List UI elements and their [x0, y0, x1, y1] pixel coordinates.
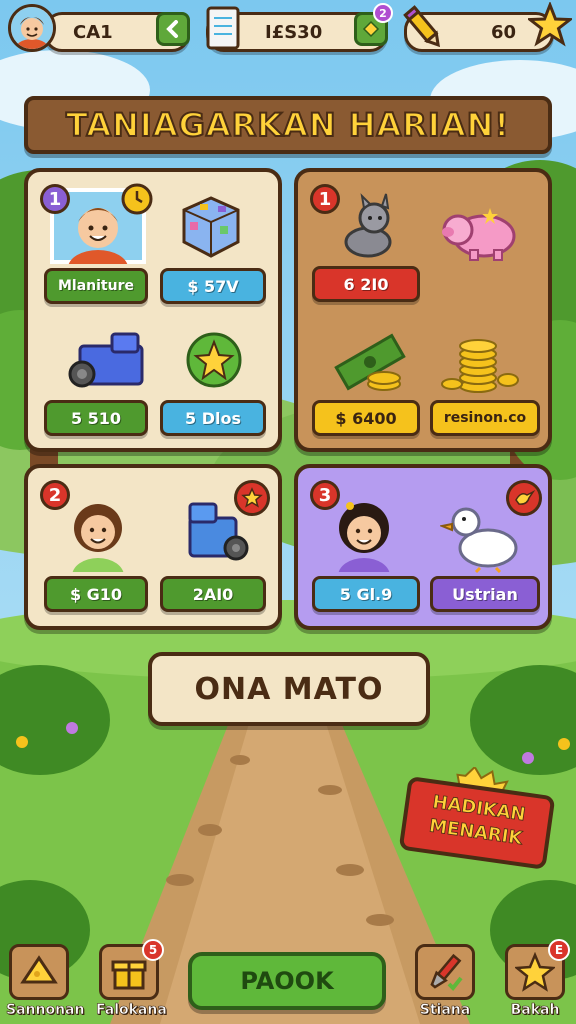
nav-item-falokana[interactable]: 5 Falokana	[96, 939, 167, 1019]
price-button[interactable]: $ 57V	[160, 268, 266, 304]
rank-badge: 1	[40, 184, 70, 214]
center-action-label: ONA MATO	[194, 671, 384, 707]
offer-panel-4[interactable]: 3 5 Gl.9 Ustrian	[294, 464, 552, 630]
nav-item-bakah[interactable]: E Bakah	[502, 939, 570, 1019]
player-name: CA1	[73, 21, 113, 43]
price-button[interactable]: $ 6400	[312, 400, 420, 436]
offer-panel-1[interactable]: 1 Mlaniture $ 57V 5 510 5 Dlos	[24, 168, 282, 452]
chevron-left-icon	[166, 20, 178, 38]
currency-notification-badge: 2	[373, 3, 393, 23]
diamond-icon	[362, 20, 380, 38]
pencil-icon	[402, 4, 446, 52]
price-button[interactable]: resinon.co	[430, 400, 540, 436]
nav-label: Sannonan	[6, 1002, 85, 1019]
emerald-star-icon	[182, 328, 246, 392]
gold-coins-icon	[440, 328, 520, 396]
nav-item-sannonan[interactable]: Sannonan	[6, 944, 85, 1019]
brush-icon	[430, 953, 463, 991]
price-button[interactable]: 5 510	[44, 400, 148, 436]
white-duck-icon	[438, 498, 524, 574]
magic-cube-icon	[176, 192, 246, 262]
price-button[interactable]: 6 2I0	[312, 266, 420, 302]
nav-label: Falokana	[96, 1002, 167, 1019]
price-button[interactable]: $ G10	[44, 576, 148, 612]
offer-panel-2[interactable]: 1 6 2I0 $ 6400 resinon.co	[294, 168, 552, 452]
item-button[interactable]: Ustrian	[430, 576, 540, 612]
notification-badge: E	[548, 939, 570, 961]
offer-panel-3[interactable]: 2 $ G10 2AI0	[24, 464, 282, 630]
camera-icon	[66, 330, 156, 390]
nav-icon-box: E	[505, 939, 570, 1000]
main-play-label: PAOOK	[240, 967, 334, 995]
cheese-icon	[20, 955, 58, 984]
item-button[interactable]: Mlaniture	[44, 268, 148, 304]
player-bar[interactable]: CA1	[44, 12, 190, 52]
nav-icon-box	[415, 944, 475, 1000]
daily-banner: TANIAGARKAN HARIAN!	[24, 96, 552, 154]
notification-badge: 5	[142, 939, 164, 961]
nav-icon-box	[9, 944, 69, 1000]
camera-icon	[180, 496, 252, 568]
girl-icon	[324, 486, 404, 594]
star-icon	[525, 0, 575, 50]
cash-stack-icon	[330, 328, 410, 396]
gray-dog-icon	[330, 192, 406, 262]
clock-icon	[120, 182, 154, 216]
nav-item-stiana[interactable]: Stiana	[412, 944, 478, 1018]
star-icon	[515, 952, 555, 992]
banner-title: TANIAGARKAN HARIAN!	[65, 105, 510, 145]
boy-face-icon	[11, 7, 53, 49]
nav-label: Bakah	[510, 1002, 560, 1019]
main-play-button[interactable]: PAOOK	[188, 952, 386, 1010]
nav-label: Stiana	[419, 1002, 471, 1019]
back-button[interactable]	[156, 12, 190, 46]
center-action-button[interactable]: ONA MATO	[148, 652, 430, 726]
price-button[interactable]: 5 Gl.9	[312, 576, 420, 612]
pink-pig-icon	[440, 202, 524, 264]
curly-kid-icon	[58, 486, 138, 594]
quest-scroll-icon	[204, 4, 244, 52]
avatar[interactable]	[8, 4, 56, 52]
currency-value: I£S30	[265, 21, 323, 43]
gift-box-icon	[111, 960, 147, 990]
price-button[interactable]: 5 Dlos	[160, 400, 266, 436]
price-button[interactable]: 2AI0	[160, 576, 266, 612]
energy-value: 60	[491, 21, 517, 43]
nav-icon-box: 5	[99, 939, 164, 1000]
